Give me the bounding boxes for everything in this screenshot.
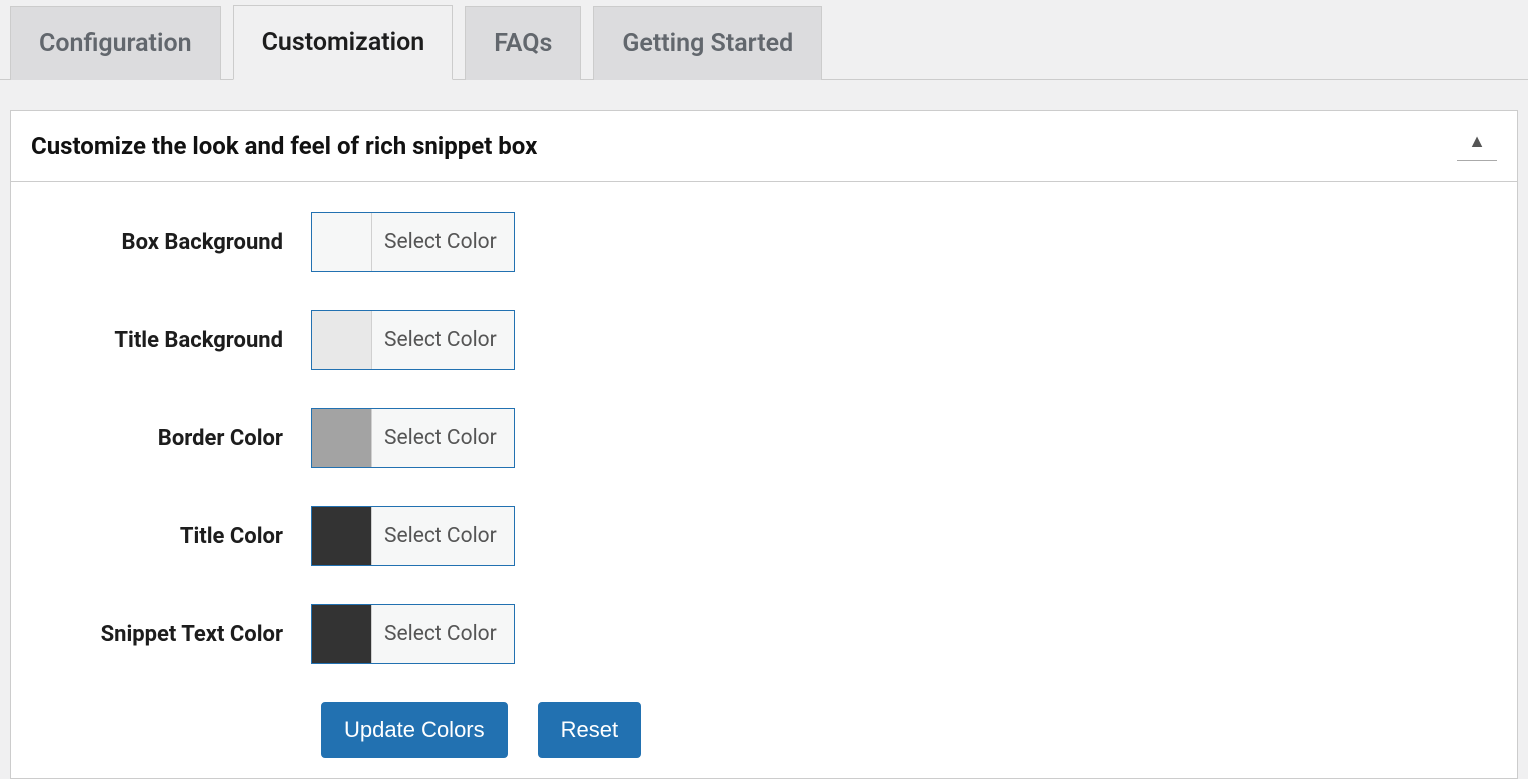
tab-customization[interactable]: Customization [233,5,454,80]
panel-title: Customize the look and feel of rich snip… [31,132,537,160]
swatch-title-background [312,311,372,369]
row-border-color: Border Color Select Color [31,408,1497,468]
color-picker-box-background[interactable]: Select Color [311,212,515,272]
color-picker-border-color[interactable]: Select Color [311,408,515,468]
color-picker-label: Select Color [372,409,514,467]
tab-faqs[interactable]: FAQs [465,6,581,80]
form-rows: Box Background Select Color Title Backgr… [11,182,1517,778]
row-title-color: Title Color Select Color [31,506,1497,566]
color-picker-title-color[interactable]: Select Color [311,506,515,566]
color-picker-label: Select Color [372,213,514,271]
row-title-background: Title Background Select Color [31,310,1497,370]
reset-button[interactable]: Reset [538,702,641,758]
tab-bar: Configuration Customization FAQs Getting… [0,0,1528,80]
swatch-title-color [312,507,372,565]
update-colors-button[interactable]: Update Colors [321,702,508,758]
row-box-background: Box Background Select Color [31,212,1497,272]
tab-configuration[interactable]: Configuration [10,6,221,80]
color-picker-label: Select Color [372,605,514,663]
panel-header: Customize the look and feel of rich snip… [11,111,1517,182]
swatch-box-background [312,213,372,271]
button-row: Update Colors Reset [31,702,1497,758]
label-border-color: Border Color [31,426,311,451]
label-snippet-text-color: Snippet Text Color [31,622,311,647]
color-picker-title-background[interactable]: Select Color [311,310,515,370]
label-box-background: Box Background [31,230,311,255]
color-picker-label: Select Color [372,507,514,565]
label-title-background: Title Background [31,328,311,353]
collapse-toggle[interactable]: ▲ [1457,131,1497,161]
label-title-color: Title Color [31,524,311,549]
row-snippet-text-color: Snippet Text Color Select Color [31,604,1497,664]
swatch-border-color [312,409,372,467]
customization-panel: Customize the look and feel of rich snip… [10,110,1518,779]
triangle-up-icon: ▲ [1468,131,1486,152]
color-picker-label: Select Color [372,311,514,369]
tab-getting-started[interactable]: Getting Started [593,6,822,80]
swatch-snippet-text-color [312,605,372,663]
color-picker-snippet-text-color[interactable]: Select Color [311,604,515,664]
